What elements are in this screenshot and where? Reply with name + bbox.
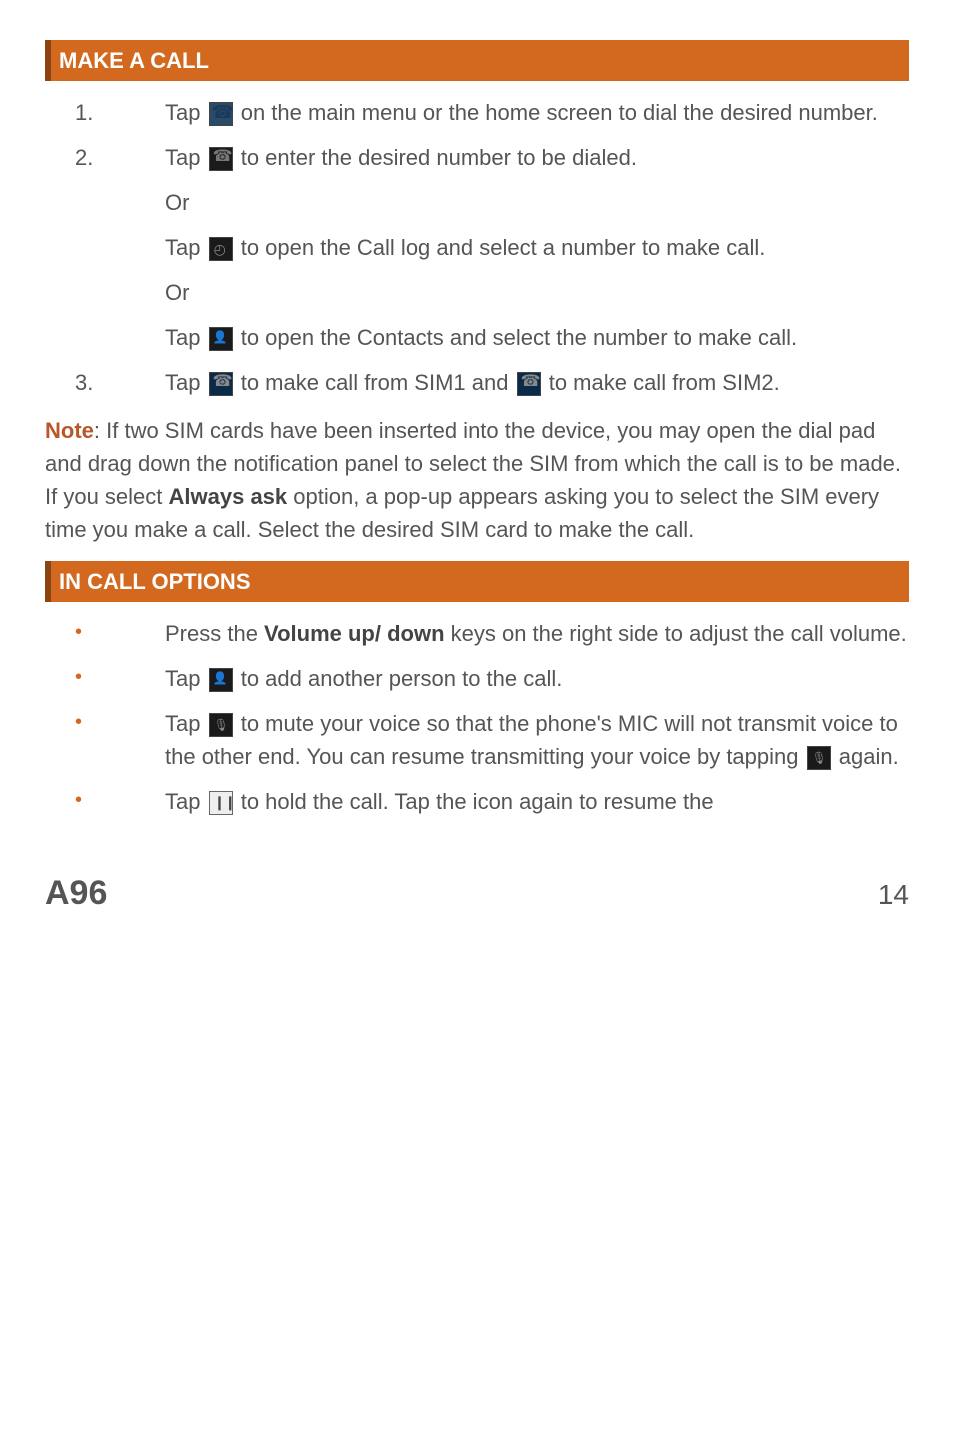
note-paragraph: Note: If two SIM cards have been inserte… (45, 414, 909, 546)
text: again. (833, 744, 899, 769)
step-1: 1. Tap on the main menu or the home scre… (45, 96, 909, 129)
heading-text: MAKE A CALL (59, 48, 209, 73)
mute-icon (209, 713, 233, 737)
text: Tap (165, 666, 207, 691)
text: to open the Call log and select a number… (235, 235, 766, 260)
bold-text: Always ask (169, 484, 288, 509)
step-number: 2. (75, 141, 165, 354)
step-2: 2. Tap to enter the desired number to be… (45, 141, 909, 354)
step-body: Tap to enter the desired number to be di… (165, 141, 909, 354)
step-3: 3. Tap to make call from SIM1 and to mak… (45, 366, 909, 399)
step-body: Tap to make call from SIM1 and to make c… (165, 366, 909, 399)
sim1-call-icon (209, 372, 233, 396)
bullet-mute: • Tap to mute your voice so that the pho… (45, 707, 909, 773)
or-text: Or (165, 276, 909, 309)
heading-text: IN CALL OPTIONS (59, 569, 251, 594)
bullet-icon: • (75, 617, 165, 650)
bullet-volume: • Press the Volume up/ down keys on the … (45, 617, 909, 650)
call-log-icon (209, 237, 233, 261)
footer-model: A96 (45, 868, 107, 919)
or-text: Or (165, 186, 909, 219)
text: Tap (165, 235, 207, 260)
dialpad-icon (209, 147, 233, 171)
bullet-add-person: • Tap to add another person to the call. (45, 662, 909, 695)
text: Tap (165, 370, 207, 395)
text: on the main menu or the home screen to d… (235, 100, 878, 125)
section-header-in-call: IN CALL OPTIONS (45, 561, 909, 602)
contacts-icon (209, 327, 233, 351)
text: Tap (165, 100, 207, 125)
text: to enter the desired number to be dialed… (235, 145, 637, 170)
text: Press the (165, 621, 264, 646)
text: Tap (165, 325, 207, 350)
text: Tap (165, 711, 207, 736)
bullet-icon: • (75, 785, 165, 818)
text: Tap (165, 789, 207, 814)
bold-text: Volume up/ down (264, 621, 444, 646)
mute-icon (807, 746, 831, 770)
text: to add another person to the call. (235, 666, 563, 691)
text: to make call from SIM2. (543, 370, 780, 395)
bullet-body: Tap to hold the call. Tap the icon again… (165, 785, 909, 818)
text: to hold the call. Tap the icon again to … (235, 789, 714, 814)
bullet-icon: • (75, 707, 165, 773)
hold-icon (209, 791, 233, 815)
page-footer: A96 14 (45, 868, 909, 919)
step-number: 3. (75, 366, 165, 399)
section-header-make-call: MAKE A CALL (45, 40, 909, 81)
text: to mute your voice so that the phone's M… (165, 711, 898, 769)
phone-app-icon (209, 102, 233, 126)
note-label: Note (45, 418, 94, 443)
footer-page-number: 14 (878, 874, 909, 916)
step-body: Tap on the main menu or the home screen … (165, 96, 909, 129)
step-number: 1. (75, 96, 165, 129)
sim2-call-icon (517, 372, 541, 396)
add-person-icon (209, 668, 233, 692)
text: to make call from SIM1 and (235, 370, 515, 395)
bullet-body: Tap to mute your voice so that the phone… (165, 707, 909, 773)
bullet-body: Press the Volume up/ down keys on the ri… (165, 617, 909, 650)
text: keys on the right side to adjust the cal… (445, 621, 907, 646)
text: Tap (165, 145, 207, 170)
bullet-icon: • (75, 662, 165, 695)
text: to open the Contacts and select the numb… (235, 325, 798, 350)
bullet-body: Tap to add another person to the call. (165, 662, 909, 695)
bullet-hold: • Tap to hold the call. Tap the icon aga… (45, 785, 909, 818)
